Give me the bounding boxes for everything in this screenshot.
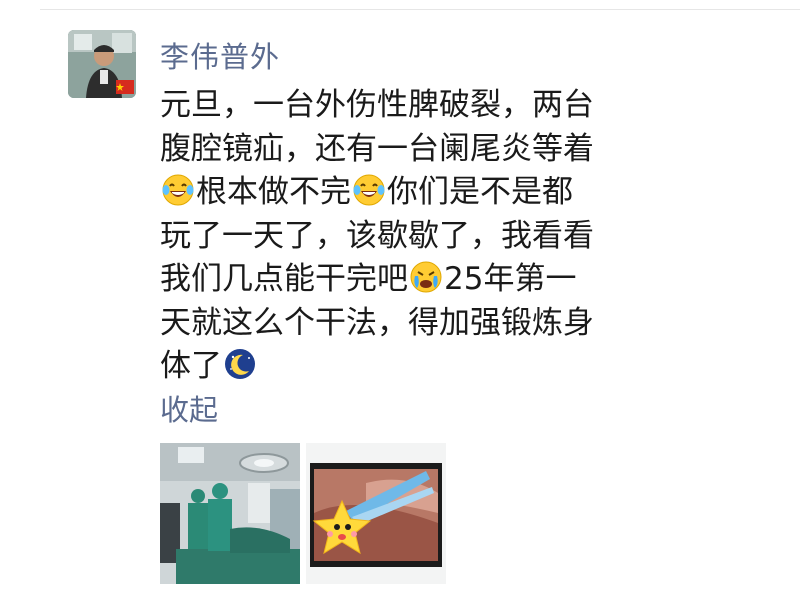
post-text-segment: 元旦，一台外伤性脾破裂，两台腹腔镜疝，还有一台阑尾炎等着 bbox=[160, 87, 594, 167]
post-text: 元旦，一台外伤性脾破裂，两台腹腔镜疝，还有一台阑尾炎等着 根本做不完 你们是不是… bbox=[160, 84, 600, 389]
avatar[interactable] bbox=[68, 30, 136, 98]
crying-face-icon bbox=[410, 261, 442, 293]
operating-room-photo[interactable] bbox=[160, 443, 300, 584]
collapse-link[interactable]: 收起 bbox=[160, 387, 218, 429]
surgical-monitor-photo[interactable] bbox=[306, 443, 446, 584]
post-text-segment: 根本做不完 bbox=[196, 174, 351, 210]
top-divider bbox=[40, 9, 800, 10]
tears-of-joy-icon bbox=[162, 174, 194, 206]
tears-of-joy-icon bbox=[353, 174, 385, 206]
author-name[interactable]: 李伟普外 bbox=[160, 34, 280, 76]
moon-night-icon bbox=[225, 349, 255, 379]
